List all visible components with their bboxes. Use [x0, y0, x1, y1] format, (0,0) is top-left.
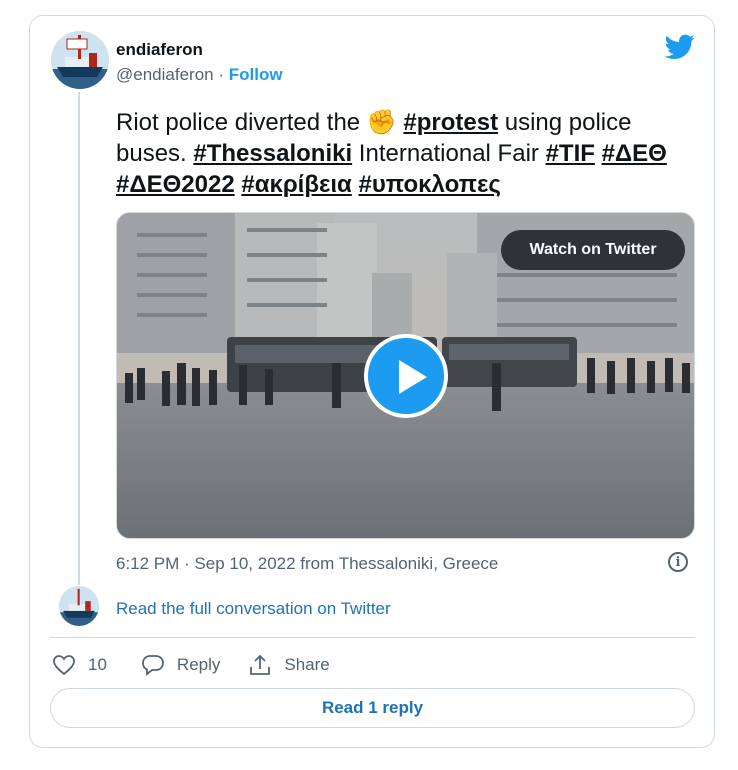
like-count: 10: [88, 655, 107, 674]
reply-label: Reply: [176, 655, 221, 674]
watch-on-twitter-button[interactable]: Watch on Twitter: [501, 230, 685, 270]
follow-button[interactable]: Follow: [229, 65, 283, 84]
handle-separator: ·: [218, 65, 225, 84]
tweet-text: Riot police diverted the ✊ #protest usin…: [116, 107, 686, 200]
reply-button[interactable]: Reply: [141, 654, 220, 676]
share-button[interactable]: Share: [248, 654, 330, 676]
like-button[interactable]: 10: [52, 654, 107, 676]
hashtag-deth2022[interactable]: #ΔΕΘ2022: [116, 171, 235, 198]
author-handle-row: @endiaferon · Follow: [116, 65, 283, 85]
hashtag-akriveia[interactable]: #ακρίβεια: [241, 171, 351, 198]
hashtag-thessaloniki[interactable]: #Thessaloniki: [193, 140, 352, 167]
share-label: Share: [284, 655, 330, 674]
author-name[interactable]: endiaferon: [116, 40, 203, 60]
hashtag-deth[interactable]: #ΔΕΘ: [602, 140, 667, 167]
tweet-timestamp[interactable]: 6:12 PM · Sep 10, 2022 from Thessaloniki…: [116, 554, 498, 574]
reply-bubble-icon: [142, 655, 164, 676]
info-icon[interactable]: i: [668, 552, 688, 572]
share-icon: [250, 654, 271, 675]
heart-icon: [53, 655, 75, 676]
play-icon[interactable]: [364, 334, 448, 418]
tweet-text-intro: Riot police diverted the: [116, 109, 361, 136]
small-avatar[interactable]: [59, 586, 99, 626]
tweet-actions: 10 Reply Share: [52, 652, 358, 678]
author-handle[interactable]: @endiaferon: [116, 65, 214, 84]
thread-line: [78, 92, 80, 585]
author-avatar[interactable]: [51, 31, 109, 89]
video-thumbnail[interactable]: Watch on Twitter: [116, 212, 695, 539]
twitter-bird-icon[interactable]: [665, 34, 695, 60]
hashtag-ypoklopes[interactable]: #υποκλοπες: [358, 171, 500, 198]
raised-fist-emoji: ✊: [366, 109, 397, 136]
tweet-text-mid2: International Fair: [358, 140, 539, 167]
read-reply-button[interactable]: Read 1 reply: [50, 688, 695, 728]
read-conversation-link[interactable]: Read the full conversation on Twitter: [116, 599, 391, 619]
divider: [50, 637, 695, 638]
hashtag-tif[interactable]: #TIF: [546, 140, 595, 167]
hashtag-protest[interactable]: #protest: [403, 109, 498, 136]
